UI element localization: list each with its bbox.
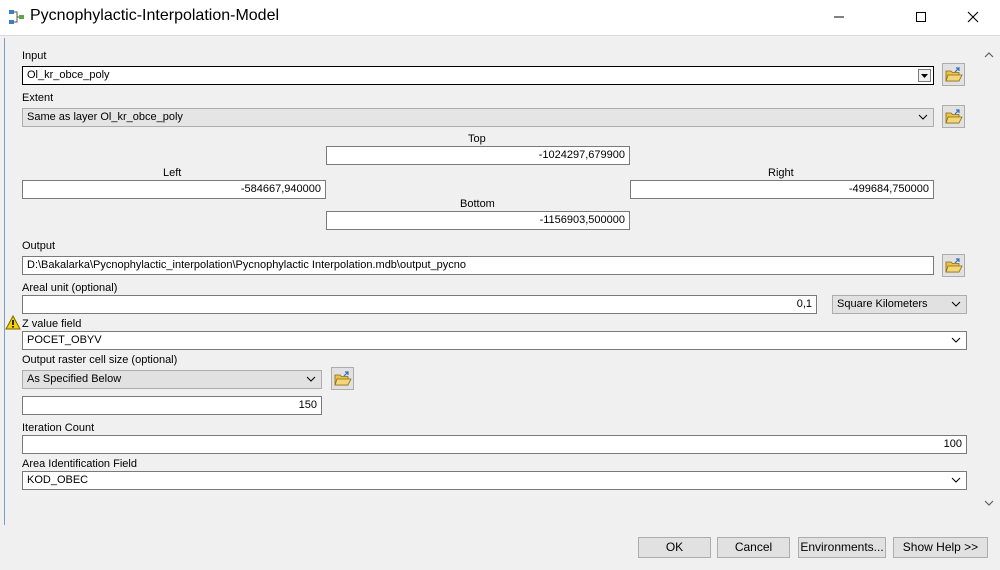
close-button[interactable] — [950, 0, 996, 34]
extent-combobox[interactable]: Same as layer Ol_kr_obce_poly — [22, 108, 934, 127]
model-icon — [9, 10, 24, 24]
cell-size-select-value: As Specified Below — [27, 373, 122, 385]
scroll-down-icon[interactable] — [984, 498, 994, 508]
chevron-down-icon — [951, 301, 961, 307]
cell-size-select[interactable]: As Specified Below — [22, 370, 322, 389]
extent-browse-button[interactable] — [942, 105, 965, 128]
cell-size-input[interactable]: 150 — [22, 396, 322, 415]
cell-size-label: Output raster cell size (optional) — [22, 354, 178, 366]
input-label: Input — [22, 50, 47, 62]
input-combobox[interactable]: Ol_kr_obce_poly — [22, 66, 934, 85]
extent-right-label: Right — [768, 167, 794, 179]
area-id-select[interactable]: KOD_OBEC — [22, 471, 967, 490]
warning-icon — [5, 315, 21, 330]
extent-left-label: Left — [163, 167, 182, 179]
extent-top-label: Top — [468, 133, 486, 145]
extent-right-input[interactable]: -499684,750000 — [630, 180, 934, 199]
cell-size-browse-button[interactable] — [331, 367, 354, 390]
areal-unit-label: Areal unit (optional) — [22, 282, 118, 294]
z-value-select-value: POCET_OBYV — [27, 334, 102, 346]
extent-label: Extent — [22, 92, 54, 104]
open-folder-icon — [944, 66, 963, 81]
chevron-down-icon — [951, 337, 961, 343]
scroll-up-icon[interactable] — [984, 50, 994, 60]
minimize-button[interactable] — [816, 0, 862, 34]
output-input[interactable]: D:\Bakalarka\Pycnophylactic_interpolatio… — [22, 256, 934, 275]
extent-top-input[interactable]: -1024297,679900 — [326, 146, 630, 165]
open-folder-icon — [333, 370, 352, 385]
chevron-down-icon — [306, 376, 316, 382]
areal-unit-input[interactable]: 0,1 — [22, 295, 817, 314]
extent-bottom-label: Bottom — [460, 198, 495, 210]
areal-unit-select[interactable]: Square Kilometers — [832, 295, 967, 314]
area-id-label: Area Identification Field — [22, 458, 137, 470]
ok-button[interactable]: OK — [638, 537, 711, 558]
chevron-down-icon — [951, 477, 961, 483]
vertical-scrollbar[interactable] — [980, 38, 998, 525]
z-value-select[interactable]: POCET_OBYV — [22, 331, 967, 350]
input-value: Ol_kr_obce_poly — [27, 69, 110, 81]
extent-left-input[interactable]: -584667,940000 — [22, 180, 326, 199]
iteration-count-input[interactable]: 100 — [22, 435, 967, 454]
show-help-button[interactable]: Show Help >> — [893, 537, 988, 558]
output-browse-button[interactable] — [942, 254, 965, 277]
cancel-button[interactable]: Cancel — [717, 537, 790, 558]
triangle-down-icon — [921, 73, 928, 78]
areal-unit-select-value: Square Kilometers — [837, 298, 928, 310]
area-id-select-value: KOD_OBEC — [27, 474, 89, 486]
input-dropdown-button[interactable] — [918, 69, 931, 82]
minimize-icon — [834, 16, 844, 18]
extent-bottom-input[interactable]: -1156903,500000 — [326, 211, 630, 230]
title-bar: Pycnophylactic-Interpolation-Model — [0, 0, 1000, 35]
environments-button[interactable]: Environments... — [798, 537, 886, 558]
open-folder-icon — [944, 257, 963, 272]
maximize-icon — [916, 12, 926, 22]
window-title: Pycnophylactic-Interpolation-Model — [30, 7, 280, 24]
output-label: Output — [22, 240, 56, 252]
extent-value: Same as layer Ol_kr_obce_poly — [27, 111, 183, 123]
maximize-button[interactable] — [898, 0, 944, 34]
close-icon — [967, 11, 979, 23]
chevron-down-icon — [918, 114, 928, 120]
iteration-count-label: Iteration Count — [22, 422, 95, 434]
open-folder-icon — [944, 108, 963, 123]
z-value-label: Z value field — [22, 318, 82, 330]
input-browse-button[interactable] — [942, 63, 965, 86]
